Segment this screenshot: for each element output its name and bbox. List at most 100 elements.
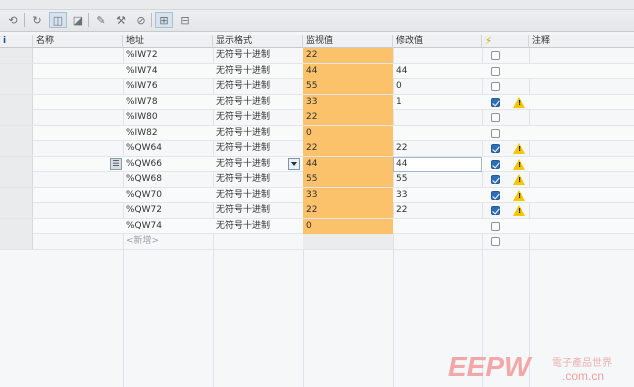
format-dropdown-button[interactable] [288, 157, 300, 170]
modify-value-cell[interactable]: 1 [393, 95, 482, 110]
modify-value-cell[interactable] [393, 110, 482, 125]
monitor-all-icon[interactable]: ◫ [49, 12, 67, 28]
modify-checkbox[interactable] [491, 237, 500, 246]
display-format-cell[interactable]: 无符号十进制 [213, 203, 303, 218]
row-index-cell[interactable] [0, 234, 33, 249]
comment-cell[interactable] [529, 172, 634, 187]
comment-cell[interactable] [529, 110, 634, 125]
modify-value-cell[interactable]: 33 [393, 188, 482, 203]
modify-checkbox[interactable] [491, 159, 500, 169]
modify-value-cell[interactable] [393, 219, 482, 234]
modify-now-icon[interactable]: ✎ [92, 12, 110, 28]
monitor-once-icon[interactable]: ◪ [69, 12, 87, 28]
comment-cell[interactable] [529, 95, 634, 110]
modify-checkbox[interactable] [491, 113, 500, 122]
comment-cell[interactable] [529, 157, 634, 172]
header-modify-flag[interactable]: ⚡ [482, 35, 529, 48]
modify-value-cell[interactable]: 0 [393, 79, 482, 94]
new-row[interactable]: <新增> [0, 234, 634, 250]
row-index-cell[interactable] [0, 110, 33, 125]
display-format-cell[interactable]: 无符号十进制 [213, 79, 303, 94]
modify-value-cell[interactable]: 22 [393, 141, 482, 156]
header-address[interactable]: 地址 [123, 35, 213, 48]
display-format-cell[interactable]: 无符号十进制 [213, 172, 303, 187]
modify-checkbox[interactable] [491, 97, 500, 107]
comment-cell[interactable] [529, 64, 634, 79]
display-format-cell[interactable]: 无符号十进制 [213, 219, 303, 234]
address-cell[interactable]: %IW72 [123, 48, 213, 63]
address-cell[interactable]: %IW74 [123, 64, 213, 79]
row-index-cell[interactable] [0, 79, 33, 94]
address-cell[interactable]: %IW76 [123, 79, 213, 94]
table-row[interactable]: %QW70 无符号十进制 33 33 ! [0, 187, 634, 203]
modify-value-cell[interactable]: 44 [393, 64, 482, 79]
comment-cell[interactable] [529, 141, 634, 156]
address-cell[interactable]: %QW66 [123, 157, 213, 172]
table-row[interactable]: %IW80 无符号十进制 22 [0, 110, 634, 126]
watch-table-icon[interactable]: ⟲ [4, 12, 22, 28]
table-row[interactable]: %IW72 无符号十进制 22 [0, 48, 634, 64]
display-format-cell[interactable]: 无符号十进制 [213, 64, 303, 79]
comment-cell[interactable] [529, 188, 634, 203]
header-comment[interactable]: 注释 [529, 35, 634, 48]
table-row[interactable]: %QW72 无符号十进制 22 22 ! [0, 203, 634, 219]
address-cell[interactable]: %QW68 [123, 172, 213, 187]
row-index-cell[interactable] [0, 63, 33, 79]
modify-value-cell[interactable]: 22 [393, 203, 482, 218]
address-cell[interactable]: %QW64 [123, 141, 213, 156]
table-row[interactable]: %IW78 无符号十进制 33 1 ! [0, 94, 634, 110]
modify-checkbox[interactable] [491, 66, 500, 76]
modify-checkbox[interactable] [491, 206, 500, 215]
comment-cell[interactable] [529, 126, 634, 141]
modify-checkbox[interactable] [491, 221, 500, 231]
table-row[interactable]: %QW66 无符号十进制 44 44 ! ☰ [0, 156, 634, 172]
row-index-cell[interactable] [0, 125, 33, 141]
display-format-cell[interactable]: 无符号十进制 [213, 141, 303, 156]
table-row[interactable]: %QW68 无符号十进制 55 55 ! [0, 172, 634, 188]
modify-value-cell[interactable]: 44 [393, 157, 482, 172]
address-cell[interactable]: %IW82 [123, 126, 213, 141]
header-monitor-value[interactable]: 监视值 [303, 35, 393, 48]
modify-checkbox[interactable] [491, 190, 500, 200]
table-row[interactable]: %IW74 无符号十进制 44 44 [0, 63, 634, 79]
modify-checkbox[interactable] [491, 51, 500, 60]
row-menu-icon[interactable]: ☰ [110, 157, 122, 170]
row-index-cell[interactable] [0, 48, 33, 63]
comment-cell[interactable] [529, 79, 634, 94]
display-format-cell[interactable]: 无符号十进制 [213, 188, 303, 203]
disable-peripheral-icon[interactable]: ⊘ [132, 12, 150, 28]
modify-trigger-icon[interactable]: ⚒ [112, 12, 130, 28]
row-index-cell[interactable] [0, 218, 33, 234]
display-format-cell[interactable]: 无符号十进制 [213, 126, 303, 141]
table-row[interactable]: %IW82 无符号十进制 0 [0, 125, 634, 141]
modify-checkbox[interactable] [491, 175, 500, 184]
modify-checkbox[interactable] [491, 144, 500, 153]
comment-cell[interactable] [529, 219, 634, 234]
table-row[interactable]: %IW76 无符号十进制 55 0 [0, 79, 634, 95]
row-index-cell[interactable] [0, 172, 33, 187]
modify-value-cell[interactable] [393, 48, 482, 63]
row-index-cell[interactable] [0, 156, 33, 172]
table-row[interactable]: %QW74 无符号十进制 0 [0, 218, 634, 234]
display-format-cell[interactable]: 无符号十进制 [213, 110, 303, 125]
row-index-cell[interactable] [0, 94, 33, 110]
show-hide-forcing-icon[interactable]: ⊟ [176, 12, 194, 28]
display-format-cell[interactable]: 无符号十进制 [213, 48, 303, 63]
address-cell[interactable]: %IW80 [123, 110, 213, 125]
comment-cell[interactable] [529, 203, 634, 218]
modify-value-cell[interactable]: 55 [393, 172, 482, 187]
address-cell[interactable]: %QW72 [123, 203, 213, 218]
header-name[interactable]: 名称 [33, 35, 123, 48]
row-index-cell[interactable] [0, 141, 33, 156]
row-index-cell[interactable] [0, 187, 33, 203]
header-modify-value[interactable]: 修改值 [393, 35, 482, 48]
row-index-cell[interactable] [0, 203, 33, 218]
address-cell[interactable]: %IW78 [123, 95, 213, 110]
header-display-format[interactable]: 显示格式 [213, 35, 303, 48]
modify-checkbox[interactable] [491, 128, 500, 138]
display-format-cell[interactable]: 无符号十进制 [213, 95, 303, 110]
new-row-placeholder[interactable]: <新增> [123, 234, 213, 249]
table-row[interactable]: %QW64 无符号十进制 22 22 ! [0, 141, 634, 157]
refresh-icon[interactable]: ↻ [28, 12, 46, 28]
address-cell[interactable]: %QW74 [123, 219, 213, 234]
